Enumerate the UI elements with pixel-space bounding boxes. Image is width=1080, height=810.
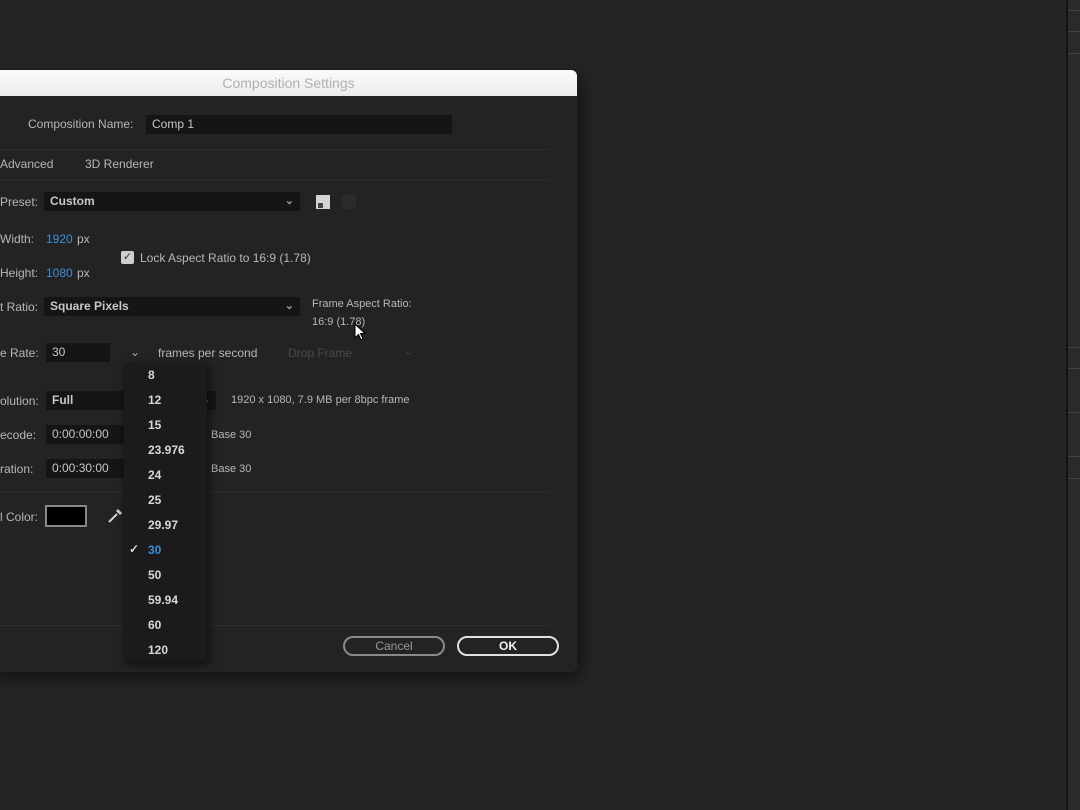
duration-base: Base 30 xyxy=(211,463,252,475)
preset-select[interactable]: Custom ⌄ xyxy=(44,192,300,211)
option-label: 24 xyxy=(148,468,162,482)
frame-rate-option[interactable]: 29.97 xyxy=(124,513,207,538)
height-label: Height: xyxy=(0,266,39,280)
resolution-value: Full xyxy=(52,393,74,407)
save-preset-icon[interactable] xyxy=(316,195,330,209)
frame-rate-option[interactable]: 120 xyxy=(124,638,207,663)
duration-label: ration: xyxy=(0,462,34,476)
composition-name-label: Composition Name: xyxy=(28,117,134,131)
background-color-swatch[interactable] xyxy=(45,505,87,527)
height-value[interactable]: 1080 xyxy=(46,266,73,280)
ok-button[interactable]: OK xyxy=(457,636,559,656)
option-label: 8 xyxy=(148,368,155,382)
tab-3d-renderer[interactable]: 3D Renderer xyxy=(85,157,154,171)
width-unit: px xyxy=(77,232,90,246)
checkmark-icon: ✓ xyxy=(129,542,140,556)
width-label: Width: xyxy=(0,232,35,246)
frame-rate-option[interactable]: 24 xyxy=(124,463,207,488)
option-label: 120 xyxy=(148,643,169,657)
divider xyxy=(0,179,550,180)
divider xyxy=(0,625,550,626)
mouse-cursor-icon xyxy=(354,322,368,348)
resolution-label: olution: xyxy=(0,394,39,408)
frame-rate-option[interactable]: 60 xyxy=(124,613,207,638)
option-label: 29.97 xyxy=(148,518,179,532)
height-unit: px xyxy=(77,266,90,280)
tab-advanced[interactable]: Advanced xyxy=(0,157,53,171)
delete-preset-icon[interactable] xyxy=(342,195,356,209)
divider xyxy=(0,492,550,493)
option-label: 25 xyxy=(148,493,162,507)
start-timecode-base: Base 30 xyxy=(211,429,252,441)
pixel-aspect-value: Square Pixels xyxy=(50,299,129,313)
option-label: 23.976 xyxy=(148,443,185,457)
option-label: 60 xyxy=(148,618,162,632)
panel-divider xyxy=(1068,478,1080,479)
start-timecode-label: ecode: xyxy=(0,428,37,442)
chevron-down-icon: ⌄ xyxy=(284,300,294,312)
panel-divider xyxy=(1068,456,1080,457)
option-label: 15 xyxy=(148,418,162,432)
lock-aspect-label: Lock Aspect Ratio to 16:9 (1.78) xyxy=(140,251,311,265)
frame-rate-option[interactable]: 12 xyxy=(124,388,207,413)
option-label: 50 xyxy=(148,568,162,582)
right-panel-edge xyxy=(1066,0,1080,810)
chevron-down-icon: ⌄ xyxy=(284,195,294,207)
panel-divider xyxy=(1068,10,1080,11)
panel-divider xyxy=(1068,31,1080,32)
frame-rate-option[interactable]: 25 xyxy=(124,488,207,513)
frame-rate-label: e Rate: xyxy=(0,346,39,360)
divider xyxy=(0,149,550,150)
frame-rate-dropdown-menu: 8 12 15 23.976 24 25 29.97 ✓ 30 50 59.94 … xyxy=(124,363,207,661)
composition-settings-dialog: Composition Settings Composition Name: C… xyxy=(0,70,577,672)
panel-divider xyxy=(1068,347,1080,348)
preset-label: Preset: xyxy=(0,195,39,209)
option-label: 59.94 xyxy=(148,593,179,607)
frame-rate-dropdown-toggle[interactable]: ⌄ xyxy=(130,345,140,359)
option-label: 12 xyxy=(148,393,162,407)
preset-value: Custom xyxy=(50,194,95,208)
frame-rate-unit-label: frames per second xyxy=(158,346,258,360)
drop-frame-select[interactable]: Drop Frame xyxy=(288,346,352,360)
composition-name-input[interactable]: Comp 1 xyxy=(146,115,452,134)
frame-rate-option[interactable]: 50 xyxy=(124,563,207,588)
resolution-info: 1920 x 1080, 7.9 MB per 8bpc frame xyxy=(231,394,410,406)
frame-aspect-label: Frame Aspect Ratio: xyxy=(312,298,412,310)
width-value[interactable]: 1920 xyxy=(46,232,73,246)
pixel-aspect-label: t Ratio: xyxy=(0,300,39,314)
frame-rate-option[interactable]: 15 xyxy=(124,413,207,438)
start-timecode-input[interactable]: 0:00:00:00 xyxy=(46,425,126,444)
background-color-label: l Color: xyxy=(0,510,39,524)
chevron-down-icon: ⌄ xyxy=(404,344,415,358)
panel-divider xyxy=(1068,412,1080,413)
panel-divider xyxy=(1068,368,1080,369)
duration-input[interactable]: 0:00:30:00 xyxy=(46,459,126,478)
panel-divider xyxy=(1068,53,1080,54)
eyedropper-icon[interactable] xyxy=(106,507,124,525)
frame-rate-input[interactable]: 30 xyxy=(46,343,110,362)
pixel-aspect-select[interactable]: Square Pixels ⌄ xyxy=(44,297,300,316)
frame-rate-option[interactable]: 23.976 xyxy=(124,438,207,463)
frame-rate-option[interactable]: 59.94 xyxy=(124,588,207,613)
frame-rate-option[interactable]: 8 xyxy=(124,363,207,388)
dialog-title: Composition Settings xyxy=(0,70,577,96)
cancel-button[interactable]: Cancel xyxy=(343,636,445,656)
option-label: 30 xyxy=(148,543,162,557)
lock-aspect-checkbox[interactable]: ✓ xyxy=(121,251,134,264)
frame-rate-option-selected[interactable]: ✓ 30 xyxy=(124,538,207,563)
